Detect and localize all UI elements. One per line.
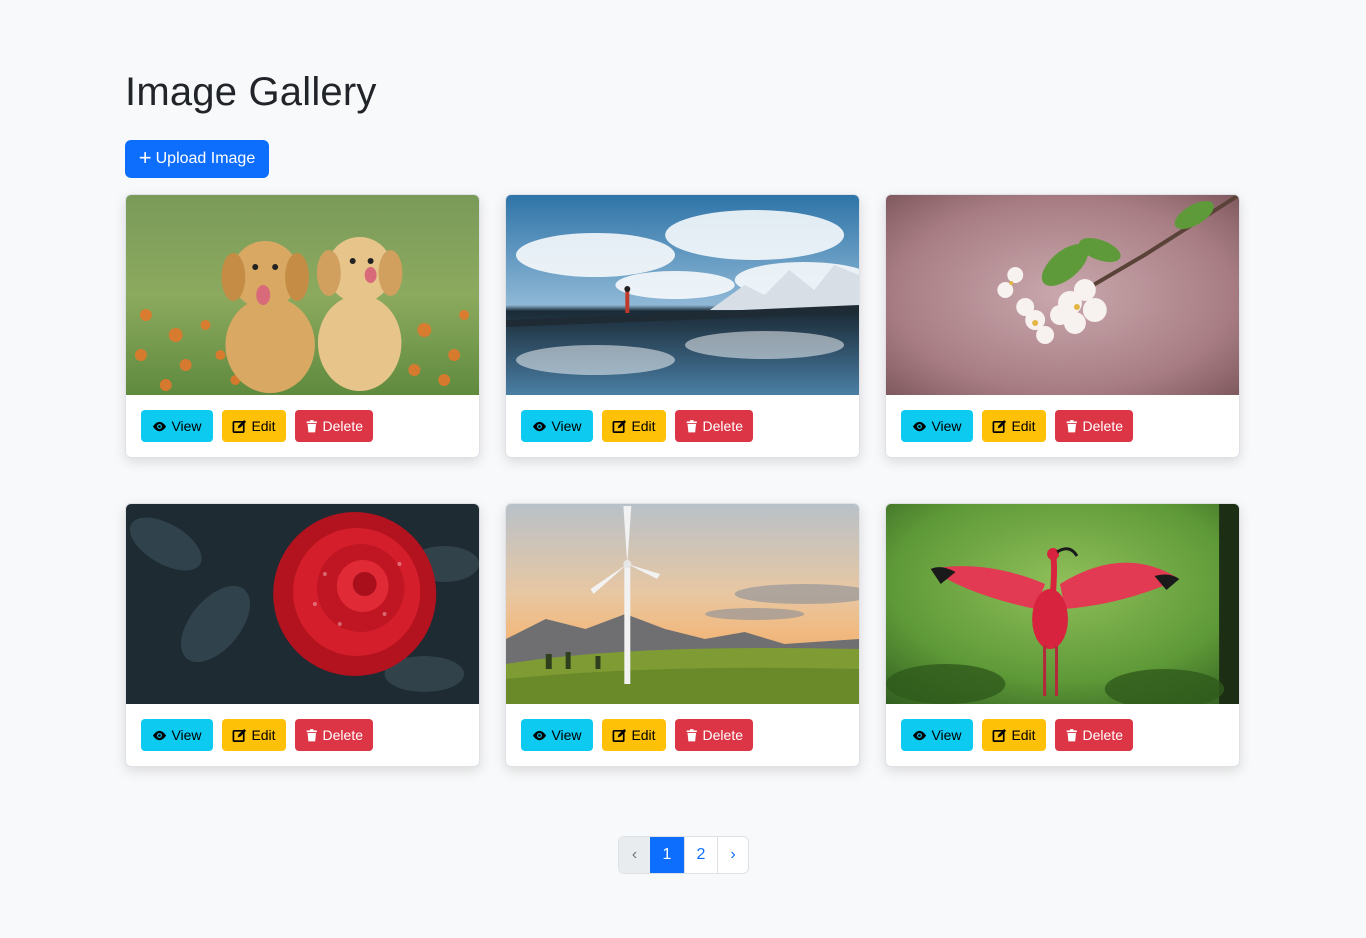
view-button[interactable]: View (141, 410, 213, 442)
gallery-image-puppies[interactable] (126, 195, 479, 395)
edit-label: Edit (631, 727, 656, 743)
edit-icon (232, 728, 247, 743)
trash-icon (1065, 728, 1079, 743)
eye-icon (532, 728, 547, 743)
view-button[interactable]: View (141, 719, 213, 751)
view-button[interactable]: View (521, 410, 593, 442)
gallery-card: View Edit Delete (505, 194, 860, 458)
edit-label: Edit (1011, 418, 1036, 434)
delete-button[interactable]: Delete (295, 410, 373, 442)
edit-button[interactable]: Edit (222, 719, 286, 751)
view-button[interactable]: View (901, 410, 973, 442)
delete-label: Delete (322, 727, 363, 743)
view-label: View (931, 418, 962, 434)
pagination-next[interactable]: › (717, 837, 748, 873)
edit-icon (612, 728, 627, 743)
pagination: ‹ 1 2 › (618, 836, 749, 874)
gallery-card: View Edit Delete (125, 194, 480, 458)
edit-button[interactable]: Edit (222, 410, 286, 442)
trash-icon (685, 419, 699, 434)
delete-label: Delete (702, 727, 743, 743)
edit-label: Edit (631, 418, 656, 434)
edit-label: Edit (251, 418, 276, 434)
trash-icon (1065, 419, 1079, 434)
plus-icon: + (138, 145, 152, 170)
delete-button[interactable]: Delete (1055, 410, 1133, 442)
eye-icon (912, 728, 927, 743)
trash-icon (685, 728, 699, 743)
view-button[interactable]: View (521, 719, 593, 751)
edit-button[interactable]: Edit (602, 410, 666, 442)
view-label: View (551, 418, 582, 434)
trash-icon (305, 419, 319, 434)
gallery-card: View Edit Delete (125, 503, 480, 767)
edit-button[interactable]: Edit (602, 719, 666, 751)
gallery-image-lake-mountains[interactable] (506, 195, 859, 395)
edit-icon (232, 419, 247, 434)
edit-label: Edit (251, 727, 276, 743)
pagination-page-1[interactable]: 1 (650, 837, 684, 873)
eye-icon (152, 728, 167, 743)
view-label: View (171, 418, 202, 434)
delete-button[interactable]: Delete (1055, 719, 1133, 751)
pagination-prev[interactable]: ‹ (619, 837, 650, 873)
edit-icon (992, 728, 1007, 743)
delete-button[interactable]: Delete (295, 719, 373, 751)
gallery-image-cherry-blossom[interactable] (886, 195, 1239, 395)
gallery-card: View Edit Delete (885, 194, 1240, 458)
gallery-image-wind-turbine[interactable] (506, 504, 859, 704)
delete-label: Delete (702, 418, 743, 434)
eye-icon (912, 419, 927, 434)
gallery-card: View Edit Delete (885, 503, 1240, 767)
eye-icon (532, 419, 547, 434)
gallery-image-scarlet-ibis[interactable] (886, 504, 1239, 704)
delete-label: Delete (1082, 727, 1123, 743)
edit-icon (612, 419, 627, 434)
upload-image-button[interactable]: + Upload Image (125, 140, 269, 178)
trash-icon (305, 728, 319, 743)
eye-icon (152, 419, 167, 434)
edit-icon (992, 419, 1007, 434)
view-label: View (171, 727, 202, 743)
gallery-card: View Edit Delete (505, 503, 860, 767)
delete-label: Delete (1082, 418, 1123, 434)
delete-button[interactable]: Delete (675, 719, 753, 751)
pagination-page-2[interactable]: 2 (684, 837, 717, 873)
edit-button[interactable]: Edit (982, 410, 1046, 442)
edit-button[interactable]: Edit (982, 719, 1046, 751)
edit-label: Edit (1011, 727, 1036, 743)
delete-label: Delete (322, 418, 363, 434)
view-label: View (551, 727, 582, 743)
page-title: Image Gallery (125, 70, 377, 114)
view-button[interactable]: View (901, 719, 973, 751)
upload-image-label: Upload Image (155, 150, 256, 167)
delete-button[interactable]: Delete (675, 410, 753, 442)
view-label: View (931, 727, 962, 743)
gallery-image-red-rose[interactable] (126, 504, 479, 704)
